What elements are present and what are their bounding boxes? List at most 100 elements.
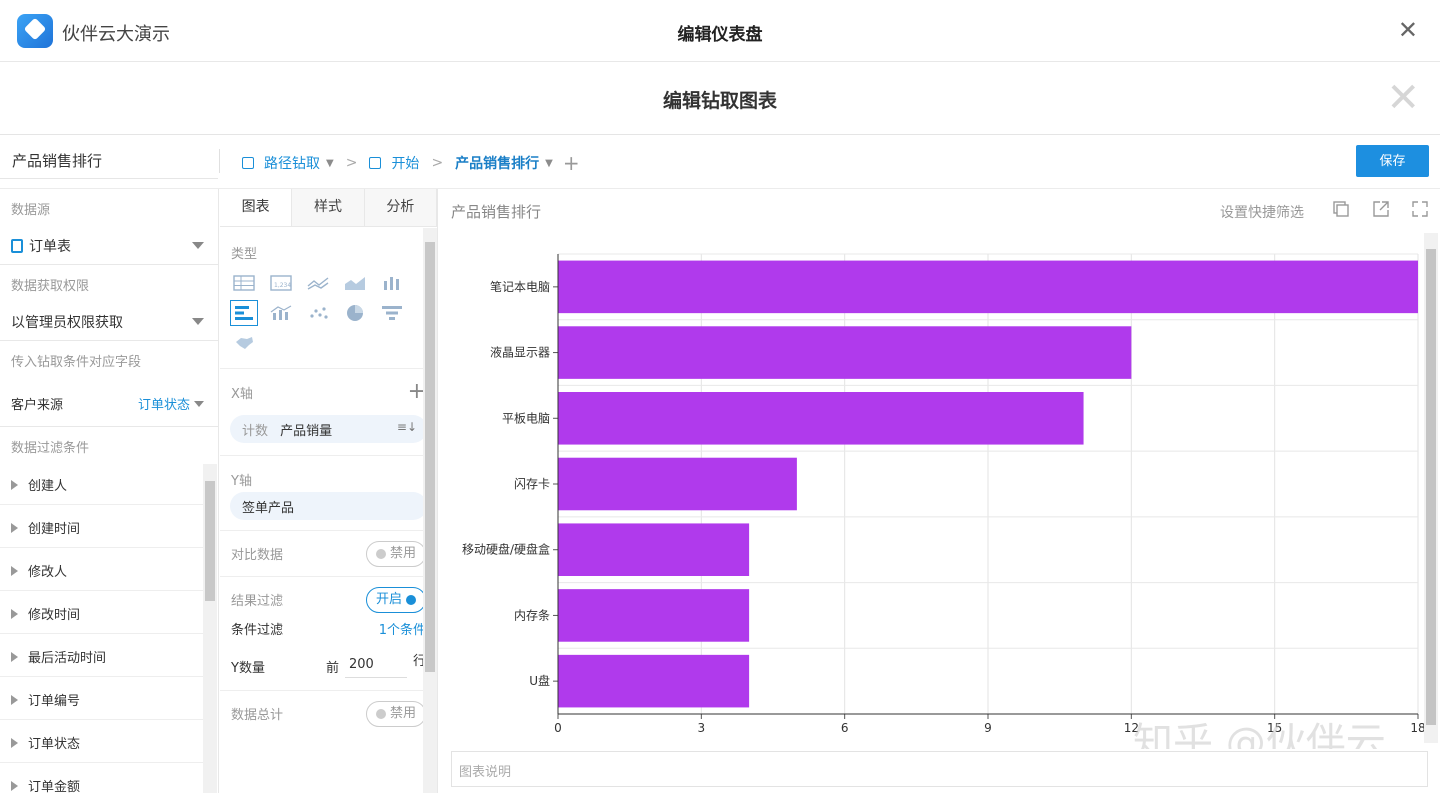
filter-label: 数据过滤条件 xyxy=(11,441,90,456)
funnel-chart-icon[interactable] xyxy=(378,300,406,326)
drill-icon xyxy=(242,157,254,169)
filter-item[interactable]: 订单编号 xyxy=(0,677,203,720)
filter-item[interactable]: 创建时间 xyxy=(0,505,203,548)
bar[interactable] xyxy=(558,326,1132,379)
scatter-chart-icon[interactable] xyxy=(304,300,332,326)
watermark: 知乎 @伙伴云 xyxy=(1133,720,1386,749)
category-label: 闪存卡 xyxy=(514,477,550,491)
tab-chart[interactable]: 图表 xyxy=(220,189,293,226)
map-chart-icon[interactable] xyxy=(230,330,258,356)
sort-icon[interactable]: ≡↓ xyxy=(397,420,417,434)
chart-type-grid: 1,234 xyxy=(220,270,437,356)
scrollbar-thumb[interactable] xyxy=(1426,249,1436,725)
y-axis-field-pill[interactable]: 签单产品 xyxy=(230,492,427,520)
expand-icon xyxy=(11,781,18,791)
clipboard-icon xyxy=(11,239,23,253)
category-label: 移动硬盘/硬盘盒 xyxy=(462,542,550,557)
x-axis-label: X轴 xyxy=(231,386,253,402)
filter-item[interactable]: 最后活动时间 xyxy=(0,634,203,677)
tab-style[interactable]: 样式 xyxy=(292,189,365,226)
y-count-input[interactable]: 200 xyxy=(344,654,407,678)
number-card-icon[interactable]: 1,234 xyxy=(267,270,295,296)
area-chart-icon[interactable] xyxy=(341,270,369,296)
chevron-right-icon: > xyxy=(345,155,358,171)
filter-item[interactable]: 修改人 xyxy=(0,548,203,591)
tab-analysis[interactable]: 分析 xyxy=(364,189,437,226)
filter-item[interactable]: 订单状态 xyxy=(0,720,203,763)
crumb-start[interactable]: 开始 xyxy=(391,153,419,173)
caret-down-icon[interactable]: ▼ xyxy=(326,158,334,169)
compare-toggle[interactable]: 禁用 xyxy=(365,540,426,567)
aggregate-label[interactable]: 计数 xyxy=(242,424,268,439)
scrollbar-thumb[interactable] xyxy=(205,481,215,601)
crumb-drill-mode[interactable]: 路径钻取 xyxy=(264,153,320,173)
bar[interactable] xyxy=(558,457,797,511)
data-total-row: 数据总计 禁用 xyxy=(220,690,437,736)
bar[interactable] xyxy=(558,260,1418,314)
left-scrollbar[interactable] xyxy=(203,464,217,793)
x-axis-field-pill[interactable]: 计数 产品销量 ≡↓ xyxy=(230,415,427,443)
expand-icon xyxy=(11,609,18,619)
filter-item-label: 创建时间 xyxy=(28,522,81,537)
drill-field-mapping: 客户来源 订单状态 xyxy=(0,379,218,427)
close-icon[interactable]: ✕ xyxy=(1398,16,1418,44)
bar[interactable] xyxy=(558,654,750,708)
filter-item-label: 修改时间 xyxy=(28,608,81,623)
add-level-icon[interactable]: + xyxy=(563,153,580,173)
expand-icon xyxy=(11,480,18,490)
dialog-close-icon[interactable]: ✕ xyxy=(1386,76,1420,120)
compare-label: 对比数据 xyxy=(231,548,284,563)
caret-down-icon[interactable] xyxy=(192,242,204,249)
bar[interactable] xyxy=(558,392,1084,445)
permission-select[interactable]: 以管理员权限获取 xyxy=(0,303,218,341)
x-tick-label: 18 xyxy=(1410,721,1424,735)
caret-down-icon[interactable]: ▼ xyxy=(545,158,553,169)
filter-item-label: 最后活动时间 xyxy=(28,651,107,666)
bar-chart-icon[interactable] xyxy=(230,300,258,326)
cond-filter-link[interactable]: 1个条件 xyxy=(379,619,426,638)
column-chart-icon[interactable] xyxy=(378,270,406,296)
filter-item[interactable]: 修改时间 xyxy=(0,591,203,634)
x-tick-label: 9 xyxy=(984,721,992,735)
expand-icon xyxy=(11,566,18,576)
filter-item[interactable]: 创建人 xyxy=(0,462,203,505)
combo-chart-icon[interactable] xyxy=(267,300,295,326)
caret-down-icon xyxy=(194,401,204,407)
filter-item-label: 订单编号 xyxy=(28,694,81,709)
datasource-value: 订单表 xyxy=(29,239,71,255)
toggle-dot xyxy=(375,708,386,719)
y-count-control: 前 200 行 xyxy=(326,654,426,678)
chart-name-input[interactable]: 产品销售排行 xyxy=(0,135,218,179)
filter-item[interactable]: 订单金额 xyxy=(0,763,203,793)
mapping-target-select[interactable]: 订单状态 xyxy=(138,394,204,413)
crumb-current[interactable]: 产品销售排行 xyxy=(455,153,539,173)
chart-scrollbar[interactable] xyxy=(1424,233,1438,743)
app-topbar: 伙伴云大演示 编辑仪表盘 ✕ xyxy=(0,0,1440,62)
y-axis-field: 签单产品 xyxy=(242,501,295,516)
category-label: 平板电脑 xyxy=(502,411,550,425)
compare-state: 禁用 xyxy=(389,545,416,561)
result-filter-toggle[interactable]: 开启 xyxy=(365,586,426,613)
category-label: 笔记本电脑 xyxy=(490,279,550,294)
total-toggle[interactable]: 禁用 xyxy=(365,700,426,727)
result-filter-label: 结果过滤 xyxy=(231,594,284,609)
line-chart-icon[interactable] xyxy=(304,270,332,296)
dialog-header: 编辑钻取图表 ✕ xyxy=(0,62,1440,135)
result-filter-state: 开启 xyxy=(375,591,402,607)
bar[interactable] xyxy=(558,589,750,642)
cond-filter-label: 条件过滤 xyxy=(231,622,284,638)
save-button[interactable]: 保存 xyxy=(1356,145,1429,177)
chart-description-input[interactable]: 图表说明 xyxy=(451,751,1428,787)
table-chart-icon[interactable] xyxy=(230,270,258,296)
permission-label: 数据获取权限 xyxy=(11,279,90,294)
expand-icon xyxy=(11,738,18,748)
bar[interactable] xyxy=(558,523,750,576)
settings-scrollbar[interactable] xyxy=(423,228,437,793)
total-label: 数据总计 xyxy=(231,708,284,723)
pie-chart-icon[interactable] xyxy=(341,300,369,326)
start-icon xyxy=(369,157,382,169)
datasource-select[interactable]: 订单表 xyxy=(0,227,218,265)
caret-down-icon[interactable] xyxy=(192,318,204,325)
scrollbar-thumb[interactable] xyxy=(425,242,435,672)
expand-icon xyxy=(11,695,18,705)
